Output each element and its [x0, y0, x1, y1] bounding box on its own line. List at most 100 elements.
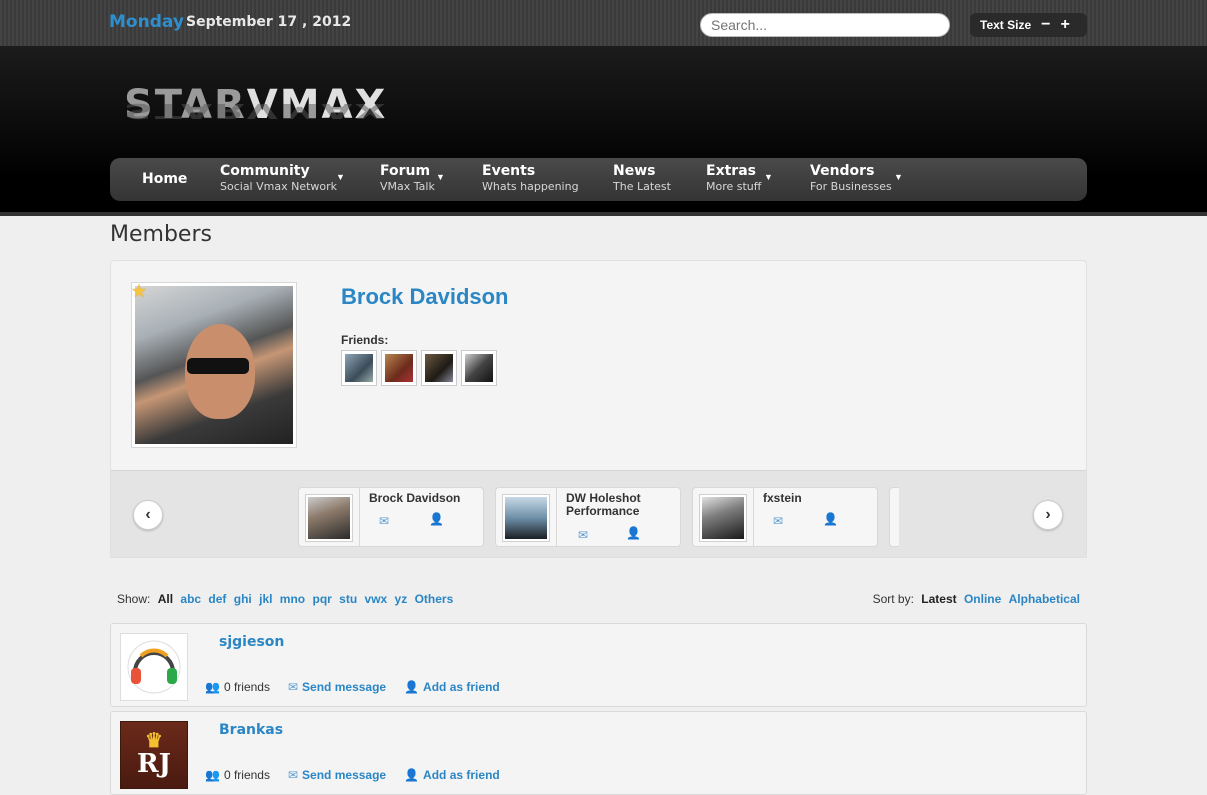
sort-option-latest[interactable]: Latest — [921, 592, 956, 606]
member-avatar[interactable] — [120, 633, 188, 701]
logo-reflection: STARVMAX — [124, 99, 387, 122]
sort-option-online[interactable]: Online — [964, 592, 1001, 606]
carousel-member-card-partial[interactable] — [889, 487, 899, 547]
filter-option-yz[interactable]: yz — [395, 592, 408, 606]
filter-option-def[interactable]: def — [208, 592, 226, 606]
sort-option-alphabetical[interactable]: Alphabetical — [1009, 592, 1080, 606]
filter-option-pqr[interactable]: pqr — [312, 592, 331, 606]
nav-item-events[interactable]: Events Whats happening — [482, 163, 579, 193]
member-avatar[interactable]: ♛ RJ — [120, 721, 188, 789]
add-friend-icon[interactable]: 👤 — [626, 526, 641, 540]
nav-item-forum[interactable]: Forum VMax Talk ▼ — [380, 163, 445, 193]
featured-member-name[interactable]: Brock Davidson — [341, 284, 509, 310]
member-actions: 👥 0 friends ✉ Send message 👤 Add as friend — [205, 680, 500, 694]
avatar-image — [135, 286, 293, 444]
carousel-member-card[interactable]: Brock Davidson ✉ 👤 — [298, 487, 484, 547]
friends-count-text: 0 friends — [223, 680, 270, 694]
logo-reflection-vmax: VMAX — [246, 99, 388, 122]
text-size-decrease-button[interactable]: − — [1041, 16, 1050, 34]
friend-thumbnail[interactable] — [461, 350, 497, 386]
chevron-left-icon[interactable]: ‹ — [133, 500, 163, 530]
page-title: Members — [110, 222, 212, 247]
carousel-member-card[interactable]: DW Holeshot Performance ✉ 👤 — [495, 487, 681, 547]
send-message-label: Send message — [302, 768, 387, 782]
nav-item-extras[interactable]: Extras More stuff ▼ — [706, 163, 773, 193]
send-message-icon: ✉ — [287, 680, 299, 694]
nav-item-subtitle: Whats happening — [482, 180, 579, 193]
nav-item-community[interactable]: Community Social Vmax Network ▼ — [220, 163, 345, 193]
member-actions: 👥 0 friends ✉ Send message 👤 Add as friend — [205, 768, 500, 782]
add-friend-label: Add as friend — [423, 680, 500, 694]
friends-count: 👥 0 friends — [205, 768, 270, 782]
friend-thumbnail[interactable] — [341, 350, 377, 386]
chevron-down-icon: ▼ — [336, 172, 345, 182]
add-friend-icon[interactable]: 👤 — [429, 512, 444, 526]
member-username[interactable]: sjgieson — [219, 634, 284, 650]
chevron-down-icon: ▼ — [764, 172, 773, 182]
nav-item-label: Events — [482, 163, 536, 179]
card-divider — [753, 488, 754, 546]
member-thumbnail[interactable] — [699, 494, 747, 542]
member-thumbnail[interactable] — [305, 494, 353, 542]
nav-item-label: Forum — [380, 163, 431, 179]
sort-label: Sort by: — [872, 592, 914, 606]
friend-thumbnail[interactable] — [381, 350, 417, 386]
carousel-member-name[interactable]: fxstein — [763, 492, 873, 505]
send-message-icon[interactable]: ✉ — [773, 514, 783, 528]
main-nav: Home Community Social Vmax Network ▼ For… — [110, 158, 1087, 201]
filter-option-vwx[interactable]: vwx — [365, 592, 388, 606]
add-friend-link[interactable]: 👤 Add as friend — [404, 680, 500, 694]
text-size-control: Text Size − + — [970, 13, 1087, 37]
crown-icon: ♛ — [145, 728, 163, 752]
show-filter: Show: All abc def ghi jkl mno pqr stu vw… — [117, 592, 453, 606]
show-label: Show: — [117, 592, 151, 606]
nav-item-home[interactable]: Home — [142, 171, 187, 187]
friend-thumbnail[interactable] — [421, 350, 457, 386]
add-friend-link[interactable]: 👤 Add as friend — [404, 768, 500, 782]
add-friend-icon: 👤 — [404, 680, 420, 694]
add-friend-icon[interactable]: 👤 — [823, 512, 838, 526]
featured-avatar[interactable] — [131, 282, 297, 448]
member-list-item: ♛ RJ Brankas 👥 0 friends ✉ Send message 👤 A… — [110, 711, 1087, 795]
carousel-member-name[interactable]: DW Holeshot Performance — [566, 492, 676, 518]
nav-item-subtitle: Social Vmax Network — [220, 180, 338, 193]
star-icon: ★ — [131, 281, 148, 301]
member-thumbnail[interactable] — [502, 494, 550, 542]
carousel-member-card[interactable]: fxstein ✉ 👤 — [692, 487, 878, 547]
nav-item-label: Extras — [706, 163, 756, 179]
chevron-right-icon[interactable]: › — [1033, 500, 1063, 530]
nav-item-vendors[interactable]: Vendors For Businesses ▼ — [810, 163, 903, 193]
send-message-label: Send message — [302, 680, 387, 694]
send-message-icon: ✉ — [287, 768, 299, 782]
filter-option-all[interactable]: All — [158, 592, 173, 606]
top-bar: Monday September 17 , 2012 Text Size − + — [0, 0, 1207, 46]
member-username[interactable]: Brankas — [219, 722, 283, 738]
search-input[interactable] — [700, 13, 950, 37]
filter-option-stu[interactable]: stu — [339, 592, 357, 606]
friends-count: 👥 0 friends — [205, 680, 270, 694]
chevron-down-icon: ▼ — [436, 172, 445, 182]
nav-item-news[interactable]: News The Latest — [613, 163, 671, 193]
friends-label: Friends: — [341, 333, 389, 347]
text-size-increase-button[interactable]: + — [1060, 16, 1069, 34]
avatar-text: RJ — [137, 749, 171, 779]
filter-option-others[interactable]: Others — [415, 592, 454, 606]
filter-option-abc[interactable]: abc — [180, 592, 201, 606]
date-text: September 17 , 2012 — [186, 14, 352, 30]
text-size-label: Text Size — [980, 18, 1032, 32]
filter-option-ghi[interactable]: ghi — [234, 592, 252, 606]
send-message-link[interactable]: ✉ Send message — [288, 768, 386, 782]
filter-option-jkl[interactable]: jkl — [259, 592, 272, 606]
send-message-icon[interactable]: ✉ — [379, 514, 389, 528]
nav-item-label: Vendors — [810, 163, 875, 179]
nav-item-subtitle: More stuff — [706, 180, 762, 193]
send-message-link[interactable]: ✉ Send message — [288, 680, 386, 694]
nav-item-label: Community — [220, 163, 310, 179]
send-message-icon[interactable]: ✉ — [578, 528, 588, 542]
carousel-member-name[interactable]: Brock Davidson — [369, 492, 479, 505]
chevron-down-icon: ▼ — [894, 172, 903, 182]
card-divider — [556, 488, 557, 546]
nav-item-label: Home — [142, 171, 188, 187]
friends-icon: 👥 — [205, 768, 220, 782]
filter-option-mno[interactable]: mno — [280, 592, 305, 606]
